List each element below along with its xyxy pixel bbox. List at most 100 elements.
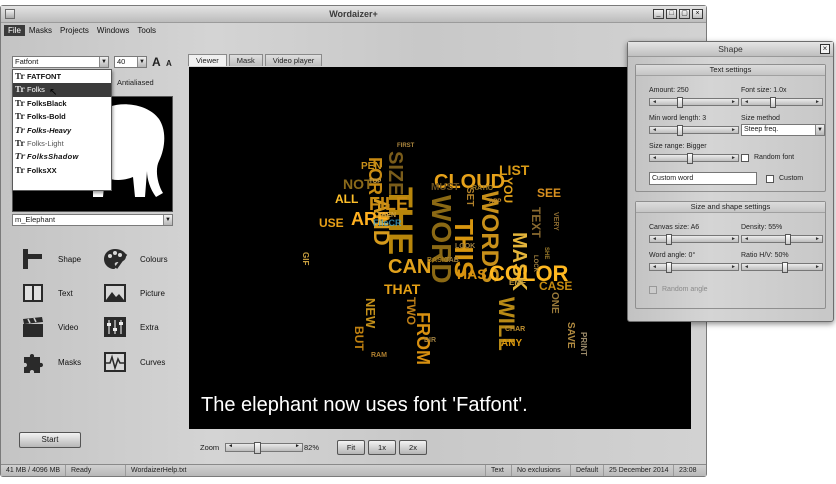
font-option[interactable]: Tr Folks-Heavy — [13, 124, 111, 137]
font-option[interactable]: Tr Folks-Bold — [13, 110, 111, 123]
chevron-down-icon[interactable]: ▼ — [99, 57, 108, 67]
menu-windows[interactable]: Windows — [93, 25, 133, 36]
menu-file[interactable]: File — [4, 25, 25, 36]
slider-left-arrow-icon[interactable]: ◄ — [744, 263, 749, 271]
menu-projects[interactable]: Projects — [56, 25, 93, 36]
font-option-selected[interactable]: Tr Folks ↖ — [13, 83, 111, 98]
slider-right-arrow-icon[interactable]: ► — [295, 443, 300, 449]
size-range-slider[interactable]: ◄ ► — [649, 153, 739, 164]
restore-button[interactable]: □ — [666, 9, 677, 19]
menu-tools[interactable]: Tools — [133, 25, 160, 36]
tab-video-player[interactable]: Video player — [264, 54, 323, 66]
start-button[interactable]: Start — [19, 432, 81, 448]
slider-right-arrow-icon[interactable]: ► — [731, 98, 736, 106]
zoom-1x-button[interactable]: 1x — [368, 440, 396, 455]
custom-checkbox[interactable] — [766, 175, 774, 183]
slider-right-arrow-icon[interactable]: ► — [731, 263, 736, 271]
slider-left-arrow-icon[interactable]: ◄ — [744, 98, 749, 106]
tool-curves-button[interactable]: Curves — [102, 349, 174, 375]
title-bar[interactable]: Wordaizer+ _ □ ▢ × — [1, 6, 706, 23]
font-option[interactable]: Tr FolksXX — [13, 164, 111, 177]
section-title: Size and shape settings — [636, 202, 825, 213]
chevron-down-icon[interactable]: ▼ — [815, 125, 824, 135]
zoom-slider-thumb[interactable] — [254, 442, 261, 454]
slider-right-arrow-icon[interactable]: ► — [815, 235, 820, 243]
slider-right-arrow-icon[interactable]: ► — [731, 235, 736, 243]
slider-left-arrow-icon[interactable]: ◄ — [652, 263, 657, 271]
slider-left-arrow-icon[interactable]: ◄ — [652, 154, 657, 162]
truetype-icon: Tr — [15, 84, 25, 95]
chevron-down-icon[interactable]: ▼ — [137, 57, 146, 67]
ratio-slider[interactable]: ◄ ► — [741, 262, 823, 273]
slider-thumb[interactable] — [769, 97, 776, 108]
zoom-2x-button[interactable]: 2x — [399, 440, 427, 455]
min-word-length-slider[interactable]: ◄ ► — [649, 125, 739, 136]
zoom-slider[interactable]: ◄ ► — [225, 442, 303, 454]
slider-left-arrow-icon[interactable]: ◄ — [744, 235, 749, 243]
cloud-word: LOCK — [532, 255, 538, 272]
font-option[interactable]: Tr FolksShadow — [13, 150, 111, 163]
slider-thumb[interactable] — [676, 97, 683, 108]
tool-shape-button[interactable]: Shape — [20, 246, 92, 272]
slider-left-arrow-icon[interactable]: ◄ — [652, 126, 657, 134]
font-bigger-button[interactable]: A — [152, 55, 161, 69]
cloud-word: CASE — [539, 279, 573, 293]
font-option[interactable]: Tr Folks-Light — [13, 137, 111, 150]
slider-right-arrow-icon[interactable]: ► — [815, 263, 820, 271]
slider-right-arrow-icon[interactable]: ► — [731, 154, 736, 162]
tool-colours-button[interactable]: Colours — [102, 246, 174, 272]
font-option[interactable]: Tr FolksBlack — [13, 97, 111, 110]
word-angle-slider[interactable]: ◄ ► — [649, 262, 739, 273]
slider-left-arrow-icon[interactable]: ◄ — [652, 98, 657, 106]
slider-thumb[interactable] — [687, 153, 693, 164]
tool-extra-button[interactable]: Extra — [102, 314, 174, 340]
cloud-word: HAS — [457, 266, 487, 282]
custom-word-input[interactable]: Custom word — [649, 172, 757, 185]
font-select[interactable]: Fatfont ▼ — [12, 56, 109, 68]
cloud-word: RATIO — [472, 185, 494, 192]
cloud-word: GIF — [301, 252, 310, 266]
slider-thumb[interactable] — [666, 262, 672, 273]
random-angle-checkbox[interactable] — [649, 286, 657, 294]
shape-panel-title[interactable]: Shape — [628, 42, 833, 57]
slider-left-arrow-icon[interactable]: ◄ — [228, 443, 233, 449]
maximize-button[interactable]: ▢ — [679, 9, 690, 19]
font-select-value: Fatfont — [15, 57, 39, 66]
menu-masks[interactable]: Masks — [25, 25, 56, 36]
amount-slider[interactable]: ◄ ► — [649, 97, 739, 108]
canvas-size-slider[interactable]: ◄ ► — [649, 234, 739, 245]
slider-thumb[interactable] — [785, 234, 792, 245]
tool-picture-button[interactable]: Picture — [102, 280, 174, 306]
font-dropdown-list[interactable]: Tr FATFONT Tr Folks ↖ Tr FolksBlack Tr Folks-… — [12, 69, 112, 191]
word-angle-label: Word angle: 0° — [649, 252, 696, 259]
font-smaller-button[interactable]: A — [166, 59, 172, 68]
slider-thumb[interactable] — [676, 125, 683, 136]
close-icon[interactable]: × — [820, 44, 830, 54]
tool-video-button[interactable]: Video — [20, 314, 92, 340]
close-button[interactable]: × — [692, 9, 703, 19]
tool-masks-button[interactable]: Masks — [20, 349, 92, 375]
status-exclusions: No exclusions — [512, 465, 571, 476]
tab-mask[interactable]: Mask — [228, 54, 263, 66]
word-cloud-viewer[interactable]: CLOUD THE WORD AND FILE ARE THIS WORDS MASK LIST S… — [189, 67, 691, 429]
size-method-select[interactable]: Steep freq. ▼ — [741, 124, 825, 136]
slider-right-arrow-icon[interactable]: ► — [731, 126, 736, 134]
minimize-button[interactable]: _ — [653, 9, 664, 19]
random-font-checkbox[interactable] — [741, 154, 749, 162]
cloud-word: BUT — [352, 326, 366, 351]
chevron-down-icon[interactable]: ▼ — [163, 215, 172, 225]
slider-thumb[interactable] — [666, 234, 672, 245]
palette-icon — [104, 249, 128, 269]
tool-text-button[interactable]: Text — [20, 280, 92, 306]
slider-right-arrow-icon[interactable]: ► — [815, 98, 820, 106]
tool-label: Text — [58, 289, 73, 298]
mask-select[interactable]: m_Elephant ▼ — [12, 214, 173, 226]
density-slider[interactable]: ◄ ► — [741, 234, 823, 245]
font-size-select[interactable]: 40 ▼ — [114, 56, 147, 68]
slider-left-arrow-icon[interactable]: ◄ — [652, 235, 657, 243]
zoom-fit-button[interactable]: Fit — [337, 440, 365, 455]
tab-viewer[interactable]: Viewer — [188, 54, 227, 66]
font-size-slider[interactable]: ◄ ► — [741, 97, 823, 108]
font-option[interactable]: Tr FATFONT — [13, 70, 111, 83]
slider-thumb[interactable] — [782, 262, 788, 273]
